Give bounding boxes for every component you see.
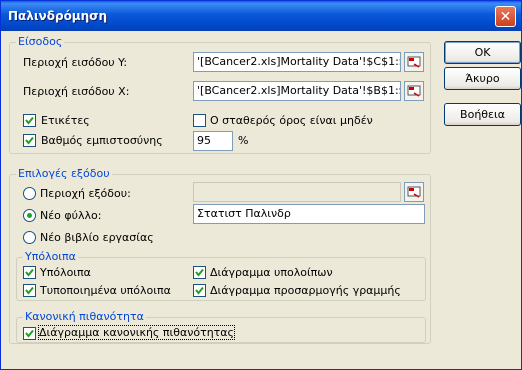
output-legend: Επιλογές εξόδου — [16, 167, 112, 180]
new-workbook-label: Νέο βιβλίο εργασίας — [40, 231, 154, 244]
input-legend: Είσοδος — [16, 35, 65, 48]
new-sheet-label: Νέο φύλλο: — [40, 209, 102, 222]
confidence-input[interactable]: 95 — [193, 131, 233, 151]
range-select-icon — [407, 56, 421, 68]
normal-probability-plots-checkbox[interactable] — [23, 327, 36, 340]
title-bar: Παλινδρόμηση ✕ — [1, 1, 521, 31]
y-range-label: Περιοχή εισόδου Y: — [23, 56, 128, 69]
normal-probability-legend: Κανονική πιθανότητα — [23, 310, 146, 323]
checkmark-icon — [195, 286, 204, 295]
output-range-collapse-button[interactable] — [404, 182, 424, 202]
constant-zero-label: Ο σταθερός όρος είναι μηδέν — [210, 114, 373, 127]
labels-checkbox[interactable] — [23, 114, 36, 127]
range-select-icon — [407, 85, 421, 97]
radio-selected-dot — [27, 213, 32, 218]
new-workbook-radio[interactable] — [23, 231, 36, 244]
range-select-icon — [407, 186, 421, 198]
output-range-radio[interactable] — [23, 187, 36, 200]
checkmark-icon — [25, 136, 34, 145]
percent-sign: % — [238, 134, 249, 147]
line-fit-plots-checkbox[interactable] — [193, 284, 206, 297]
labels-label: Ετικέτες — [41, 114, 90, 127]
y-range-collapse-button[interactable] — [404, 52, 424, 72]
output-range-label: Περιοχή εξόδου: — [40, 187, 131, 200]
residuals-label: Υπόλοιπα — [40, 266, 91, 279]
close-icon: ✕ — [499, 9, 512, 25]
output-range-input[interactable] — [193, 182, 401, 202]
checkmark-icon — [25, 286, 34, 295]
cancel-button[interactable]: Άκυρο — [444, 67, 521, 90]
residuals-legend: Υπόλοιπα — [23, 250, 78, 263]
x-range-collapse-button[interactable] — [404, 81, 424, 101]
residual-plots-checkbox[interactable] — [193, 266, 206, 279]
new-sheet-input[interactable]: Στατιστ Παλινδρ — [193, 204, 425, 224]
normal-probability-plots-label: Διάγραμμα κανονικής πιθανότητας — [38, 325, 235, 340]
regression-dialog: Παλινδρόμηση ✕ Είσοδος Περιοχή εισόδου Y… — [0, 0, 522, 370]
checkmark-icon — [25, 268, 34, 277]
dialog-title: Παλινδρόμηση — [8, 9, 108, 23]
x-range-input[interactable]: '[BCancer2.xls]Mortality Data'!$B$1:$B$1… — [193, 81, 401, 101]
checkmark-icon — [195, 268, 204, 277]
residual-plots-label: Διάγραμμα υπολοίπων — [210, 266, 333, 279]
standardized-residuals-label: Τυποποιημένα υπόλοιπα — [40, 284, 171, 297]
checkmark-icon — [25, 116, 34, 125]
checkmark-icon — [25, 329, 34, 338]
new-sheet-radio[interactable] — [23, 209, 36, 222]
standardized-residuals-checkbox[interactable] — [23, 284, 36, 297]
ok-button[interactable]: OK — [444, 41, 521, 64]
confidence-checkbox[interactable] — [23, 134, 36, 147]
line-fit-plots-label: Διάγραμμα προσαρμογής γραμμής — [210, 284, 401, 297]
confidence-label: Βαθμός εμπιστοσύνης — [41, 134, 163, 147]
close-button[interactable]: ✕ — [495, 6, 516, 27]
constant-zero-checkbox[interactable] — [193, 114, 206, 127]
y-range-input[interactable]: '[BCancer2.xls]Mortality Data'!$C$1:$C$1 — [193, 52, 401, 72]
residuals-checkbox[interactable] — [23, 266, 36, 279]
x-range-label: Περιοχή εισόδου X: — [23, 85, 130, 98]
help-button[interactable]: Βοήθεια — [444, 103, 521, 126]
